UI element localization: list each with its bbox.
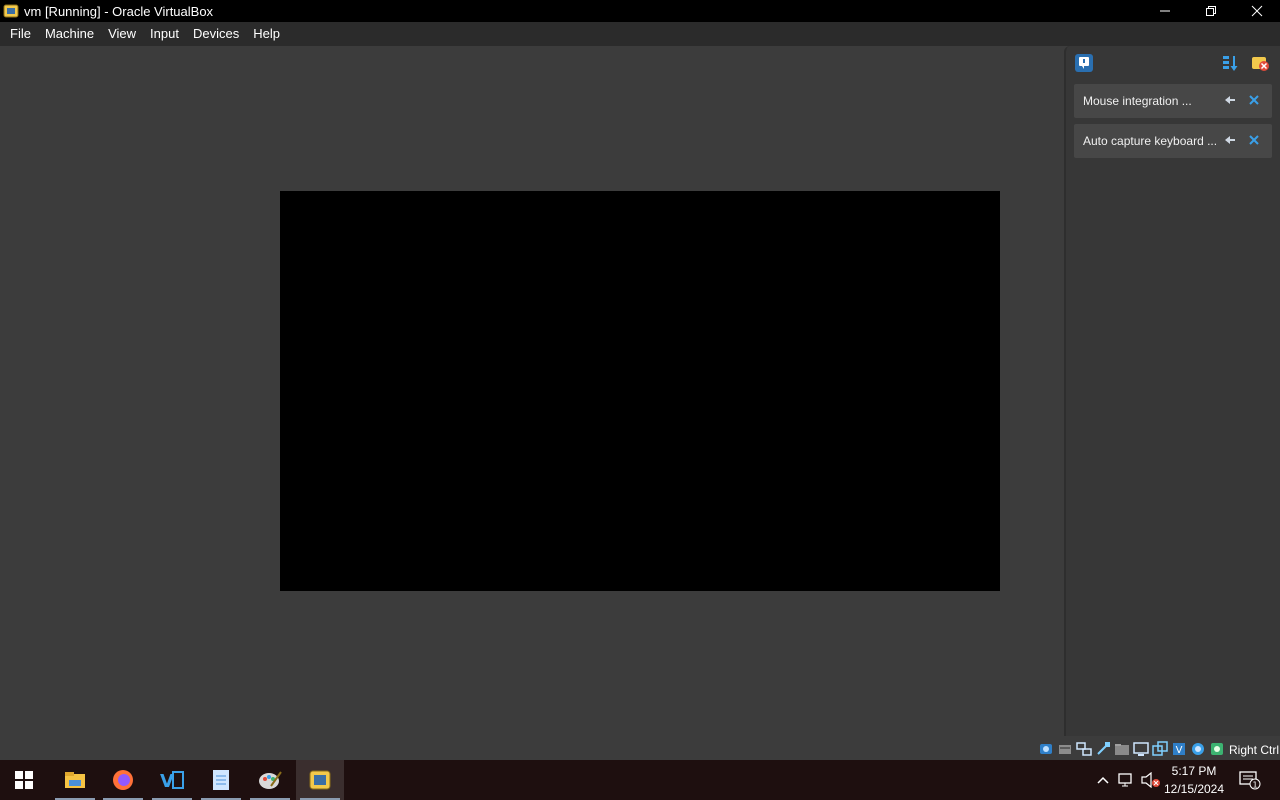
file-explorer-icon bbox=[65, 772, 85, 788]
network-icon bbox=[1118, 773, 1132, 787]
close-button[interactable] bbox=[1234, 0, 1280, 22]
dismiss-all-icon bbox=[1252, 57, 1269, 71]
menu-view[interactable]: View bbox=[101, 22, 143, 46]
svg-text:V: V bbox=[1176, 745, 1183, 756]
svg-text:V: V bbox=[160, 771, 174, 792]
clock-date: 12/15/2024 bbox=[1163, 782, 1225, 796]
chevron-up-icon bbox=[1097, 776, 1109, 784]
visual-studio-icon: V bbox=[160, 771, 184, 792]
network-tray[interactable] bbox=[1117, 770, 1137, 790]
show-hidden-icons-button[interactable] bbox=[1093, 770, 1113, 790]
notification-center-button[interactable] bbox=[1074, 53, 1094, 73]
taskbar-virtualbox[interactable] bbox=[296, 760, 344, 800]
notice-label: Auto capture keyboard ... bbox=[1083, 134, 1218, 148]
firefox-icon bbox=[113, 770, 133, 790]
sort-button[interactable] bbox=[1220, 53, 1240, 73]
clock-time: 5:17 PM bbox=[1171, 764, 1217, 778]
cpu-icon[interactable]: V bbox=[1171, 741, 1187, 757]
menu-file[interactable]: File bbox=[0, 22, 38, 46]
restore-button[interactable] bbox=[1188, 0, 1234, 22]
virtualbox-icon bbox=[309, 770, 331, 790]
notification-count: 1 bbox=[1252, 781, 1257, 790]
close-icon bbox=[1251, 5, 1263, 17]
menu-bar: File Machine View Input Devices Help bbox=[0, 22, 1280, 46]
menu-devices[interactable]: Devices bbox=[186, 22, 246, 46]
status-bar: V Right Ctrl bbox=[0, 740, 1280, 760]
windows-logo-icon bbox=[15, 771, 33, 789]
vm-screen[interactable] bbox=[280, 191, 1000, 591]
notice-mouse-integration: Mouse integration ... bbox=[1074, 84, 1272, 118]
dismiss-all-button[interactable] bbox=[1250, 53, 1270, 73]
shared-folders-icon[interactable] bbox=[1114, 741, 1130, 757]
sort-icon bbox=[1223, 56, 1238, 71]
usb-icon[interactable] bbox=[1095, 741, 1111, 757]
notifications-icon: 1 bbox=[1239, 771, 1261, 790]
notepad-icon bbox=[213, 770, 229, 790]
menu-machine[interactable]: Machine bbox=[38, 22, 101, 46]
notification-center-icon bbox=[1075, 54, 1093, 72]
minimize-icon bbox=[1160, 10, 1170, 12]
host-key-label: Right Ctrl bbox=[1229, 743, 1280, 757]
taskbar-clock[interactable]: 5:17 PM 12/15/2024 bbox=[1158, 762, 1230, 798]
taskbar-notepad[interactable] bbox=[197, 760, 245, 800]
window-titlebar: vm [Running] - Oracle VirtualBox bbox=[0, 0, 1280, 22]
status-indicators: V bbox=[1038, 741, 1225, 757]
keyboard-capture-icon[interactable] bbox=[1209, 741, 1225, 757]
taskbar-firefox[interactable] bbox=[99, 760, 147, 800]
video-capture-icon[interactable] bbox=[1152, 741, 1168, 757]
minimize-button[interactable] bbox=[1142, 0, 1188, 22]
taskbar-file-explorer[interactable] bbox=[51, 760, 99, 800]
restore-icon bbox=[1206, 6, 1216, 16]
display-icon[interactable] bbox=[1133, 741, 1149, 757]
start-button[interactable] bbox=[0, 760, 48, 800]
optical-drive-icon[interactable] bbox=[1057, 741, 1073, 757]
notice-auto-capture-keyboard: Auto capture keyboard ... bbox=[1074, 124, 1272, 158]
taskbar-paint[interactable] bbox=[246, 760, 294, 800]
menu-help[interactable]: Help bbox=[246, 22, 287, 46]
menu-input[interactable]: Input bbox=[143, 22, 186, 46]
pin-icon[interactable] bbox=[1224, 135, 1236, 145]
action-center-button[interactable]: 1 bbox=[1238, 770, 1262, 790]
notification-center: Mouse integration ... Auto capture keybo… bbox=[1064, 46, 1280, 736]
window-controls bbox=[1142, 0, 1280, 22]
notice-label: Mouse integration ... bbox=[1083, 94, 1192, 108]
taskbar-visual-studio[interactable]: V bbox=[148, 760, 196, 800]
close-icon[interactable] bbox=[1248, 134, 1260, 146]
mouse-integration-icon[interactable] bbox=[1190, 741, 1206, 757]
window-title: vm [Running] - Oracle VirtualBox bbox=[24, 3, 214, 19]
network-icon[interactable] bbox=[1076, 741, 1092, 757]
close-icon[interactable] bbox=[1248, 94, 1260, 106]
virtualbox-icon bbox=[3, 4, 19, 18]
hard-disk-icon[interactable] bbox=[1038, 741, 1054, 757]
paint-icon bbox=[259, 771, 282, 789]
pin-icon[interactable] bbox=[1224, 95, 1236, 105]
taskbar: V 5:17 PM 12/15/2024 1 bbox=[0, 760, 1280, 800]
